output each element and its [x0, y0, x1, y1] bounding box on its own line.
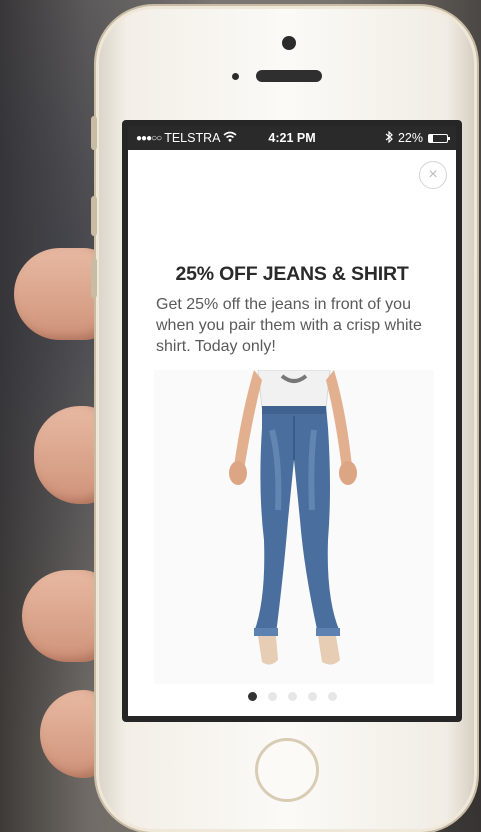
- pagination-dot[interactable]: [267, 692, 277, 701]
- product-image: [154, 370, 434, 684]
- home-button[interactable]: [255, 738, 319, 802]
- wifi-icon: [223, 131, 237, 145]
- silent-switch: [91, 116, 97, 150]
- hand: [0, 230, 114, 790]
- close-button[interactable]: ×: [419, 161, 447, 189]
- status-bar: ●●●○○ TELSTRA 4:21 PM 22%: [128, 126, 456, 150]
- pagination-dot[interactable]: [307, 692, 317, 701]
- screen: ●●●○○ TELSTRA 4:21 PM 22% × 25% OFF JEAN…: [122, 120, 462, 722]
- offer-description: Get 25% off the jeans in front of you wh…: [156, 296, 422, 355]
- volume-down-button: [91, 258, 97, 298]
- pagination-dots: [128, 692, 456, 701]
- bluetooth-icon: [385, 130, 393, 146]
- pagination-dot[interactable]: [247, 692, 257, 701]
- battery-fill: [429, 134, 433, 142]
- pagination-dot[interactable]: [287, 692, 297, 701]
- volume-up-button: [91, 196, 97, 236]
- offer-headline: 25% OFF JEANS & SHIRT: [175, 263, 409, 285]
- front-camera: [282, 36, 296, 50]
- carrier-name: TELSTRA: [164, 131, 221, 145]
- phone: ●●●○○ TELSTRA 4:21 PM 22% × 25% OFF JEAN…: [91, 6, 477, 832]
- battery-percent: 22%: [397, 131, 423, 145]
- pagination-dot[interactable]: [327, 692, 337, 701]
- close-icon: ×: [428, 166, 438, 183]
- earpiece-speaker: [256, 70, 322, 82]
- signal-strength: ●●●○○: [136, 132, 162, 144]
- battery-icon: [428, 133, 450, 143]
- proximity-sensor: [232, 73, 239, 80]
